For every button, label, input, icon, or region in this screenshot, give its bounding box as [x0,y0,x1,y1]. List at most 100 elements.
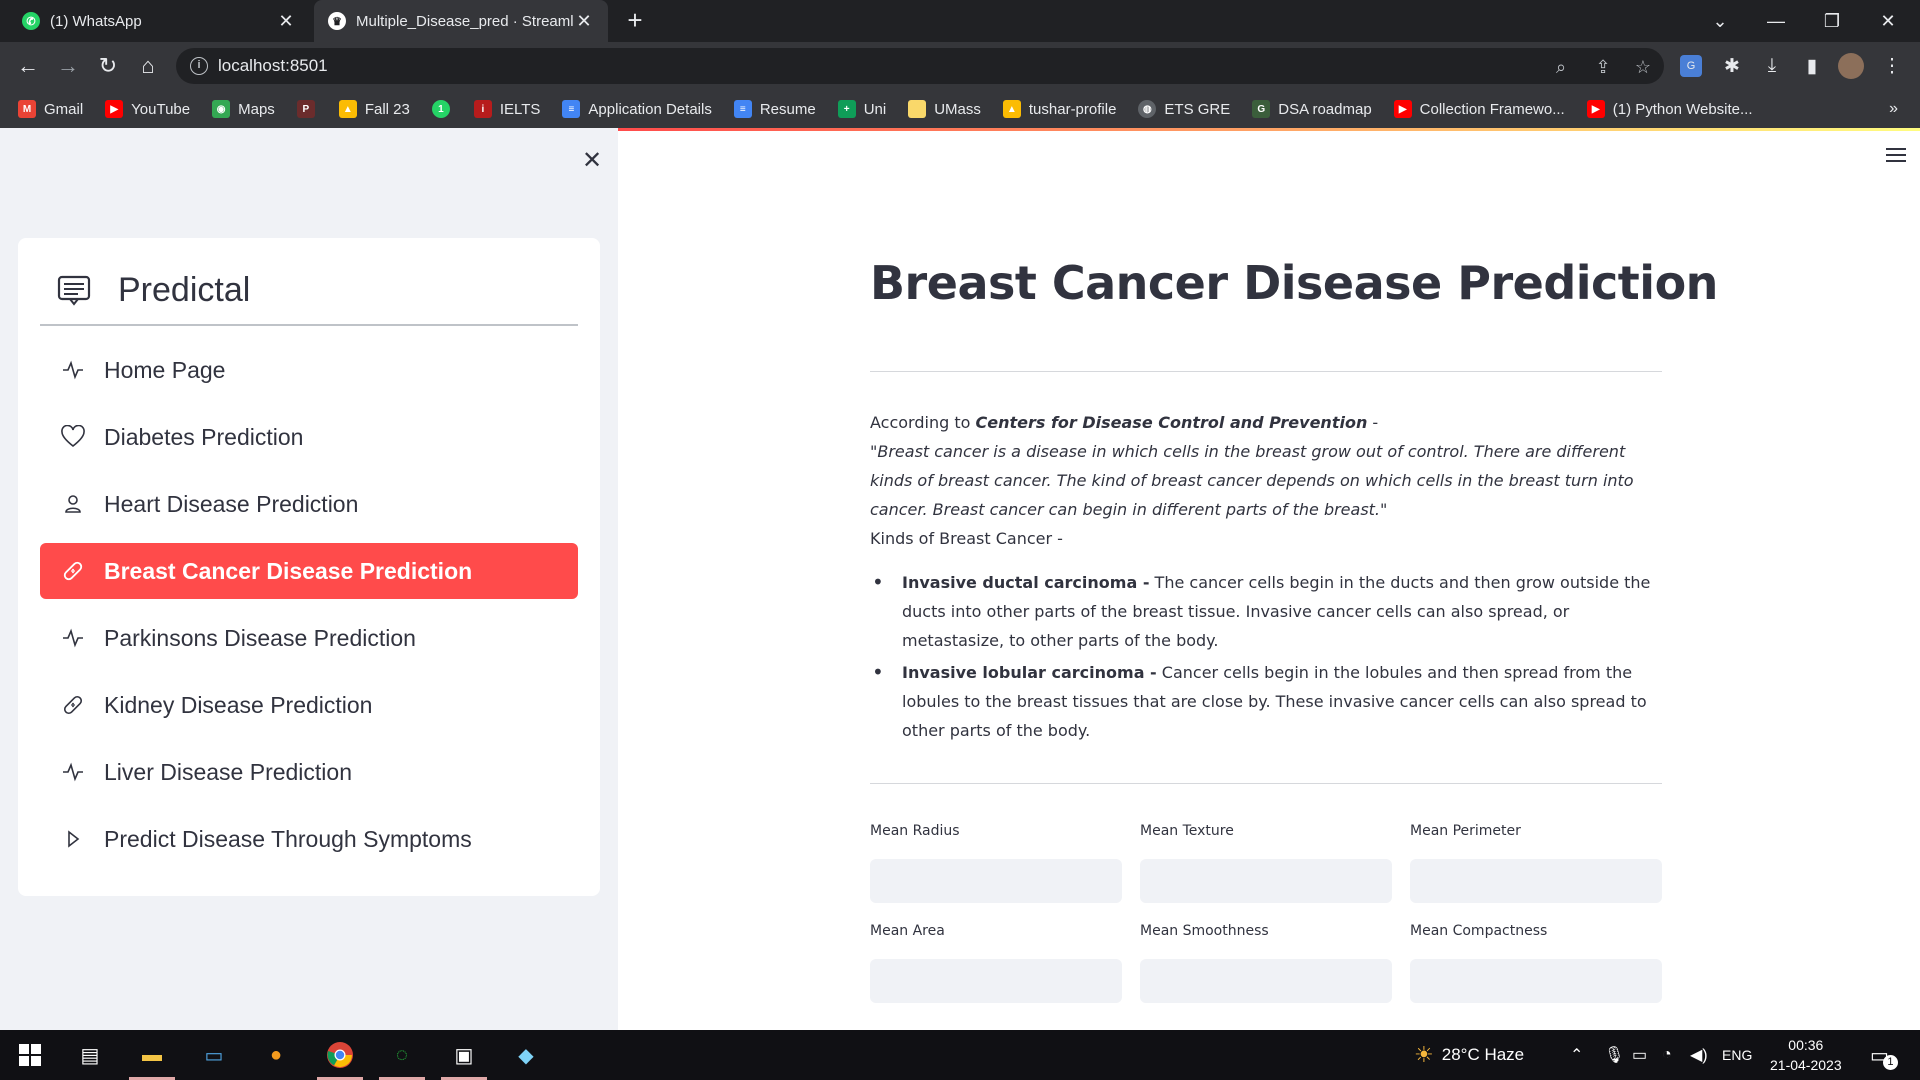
loading-app-icon[interactable]: ◌ [386,1039,418,1071]
folder-icon [908,100,927,118]
menu-item-diabetes-prediction[interactable]: Diabetes Prediction [40,409,578,465]
language-indicator[interactable]: ENG [1722,1030,1752,1080]
menu-item-symptoms-prediction[interactable]: Predict Disease Through Symptoms [40,811,578,867]
field-label: Mean Texture [1140,823,1234,839]
bookmark-label: Gmail [44,100,84,118]
bookmark-dsa-roadmap[interactable]: G DSA roadmap [1252,100,1372,118]
close-window-button[interactable]: ✕ [1860,0,1916,42]
reload-button[interactable]: ↻ [92,50,124,82]
drive-icon: ▲ [1002,100,1021,118]
zoom-icon[interactable]: ⌕ [1548,54,1574,80]
mean-perimeter-input[interactable] [1410,859,1662,903]
wifi-icon[interactable]: ◔ [1662,1030,1672,1080]
site-info-icon[interactable]: i [190,57,208,75]
browser-tab-bar: ✆ (1) WhatsApp ✕ ♛ Multiple_Disease_pred… [0,0,1920,42]
hamburger-menu-icon[interactable] [1886,148,1906,164]
youtube-icon: ▶ [1586,100,1605,118]
bookmark-youtube[interactable]: ▶ YouTube [105,100,190,118]
bookmark-unnamed[interactable]: P [296,100,323,118]
minimize-button[interactable]: — [1748,0,1804,42]
bookmark-maps[interactable]: ◉ Maps [212,100,275,118]
menu-item-parkinsons-prediction[interactable]: Parkinsons Disease Prediction [40,610,578,666]
forward-button[interactable]: → [52,50,84,82]
menu-item-kidney-prediction[interactable]: Kidney Disease Prediction [40,677,578,733]
browser-toolbar: ← → ↻ ⌂ i localhost:8501 ⌕ ⇪ ☆ G ✱ ⤓ ▮ ⋮ [0,42,1920,90]
mean-radius-input[interactable] [870,859,1122,903]
bookmark-resume[interactable]: ≡ Resume [733,100,816,118]
menu-item-label: Predict Disease Through Symptoms [104,825,472,852]
mean-area-input[interactable] [870,959,1122,1003]
close-tab-icon[interactable]: ✕ [574,11,594,32]
chrome-icon[interactable] [324,1039,356,1071]
menu-item-home-page[interactable]: Home Page [40,342,578,398]
gmail-icon: M [18,100,36,118]
windows-start-icon[interactable] [14,1039,46,1071]
address-bar[interactable]: i localhost:8501 ⌕ ⇪ ☆ [176,48,1664,84]
notification-center-icon[interactable]: ▭ 1 [1870,1030,1898,1080]
extensions-icon[interactable]: ✱ [1718,52,1746,80]
bookmark-ielts[interactable]: i IELTS [473,100,541,118]
bookmark-application-details[interactable]: ≡ Application Details [562,100,712,118]
bookmark-ets-gre[interactable]: ◍ ETS GRE [1138,100,1230,118]
restore-button[interactable]: ❐ [1804,0,1860,42]
laptop-app-icon[interactable]: ▭ [198,1039,230,1071]
bookmark-collection-framework[interactable]: ▶ Collection Framewo... [1393,100,1565,118]
chrome-menu-icon[interactable]: ⋮ [1878,52,1906,80]
divider [870,371,1662,372]
more-bookmarks-icon[interactable]: » [1889,100,1898,118]
fl-studio-icon[interactable]: ● [260,1039,292,1071]
intro-text: According to Centers for Disease Control… [870,408,1662,437]
bookmark-whatsapp[interactable]: 1 [431,100,458,118]
close-tab-icon[interactable]: ✕ [276,11,296,32]
bookmark-tushar-profile[interactable]: ▲ tushar-profile [1002,100,1116,118]
bookmark-python-website[interactable]: ▶ (1) Python Website... [1586,100,1753,118]
divider [870,783,1662,784]
tab-search-icon[interactable]: ⌄ [1692,0,1748,42]
battery-icon[interactable]: ▭ [1632,1030,1647,1080]
show-hidden-icons[interactable]: ⌃ [1570,1030,1583,1080]
profile-avatar[interactable] [1838,53,1864,79]
translate-extension-icon[interactable]: G [1680,55,1702,77]
side-panel-icon[interactable]: ▮ [1798,52,1826,80]
tab-streamlit[interactable]: ♛ Multiple_Disease_pred · Streamlit ✕ [314,0,608,42]
bookmark-label: Uni [863,100,887,118]
pdf-icon: P [296,100,315,118]
mean-texture-input[interactable] [1140,859,1392,903]
bookmark-star-icon[interactable]: ☆ [1630,54,1656,80]
mean-smoothness-input[interactable] [1140,959,1392,1003]
person-icon [60,491,86,517]
file-explorer-icon[interactable]: ▬ [136,1039,168,1071]
mean-compactness-input[interactable] [1410,959,1662,1003]
option-menu: Predictal Home Page Diabetes Prediction … [18,238,600,896]
bookmark-uni[interactable]: + Uni [837,100,887,118]
menu-item-breast-cancer-prediction[interactable]: Breast Cancer Disease Prediction [40,543,578,599]
clock[interactable]: 00:36 21-04-2023 [1770,1030,1842,1080]
terminal-icon[interactable]: ▣ [448,1039,480,1071]
download-icon[interactable]: ⤓ [1758,52,1786,80]
bookmark-umass[interactable]: UMass [908,100,981,118]
url-text: localhost:8501 [218,56,328,75]
tab-whatsapp[interactable]: ✆ (1) WhatsApp ✕ [8,0,310,42]
microphone-icon[interactable]: 🎙 [1604,1030,1624,1080]
bookmark-gmail[interactable]: M Gmail [18,100,83,118]
bookmark-fall23[interactable]: ▲ Fall 23 [338,100,410,118]
share-icon[interactable]: ⇪ [1590,54,1616,80]
menu-item-heart-disease-prediction[interactable]: Heart Disease Prediction [40,476,578,532]
sidebar: ✕ Predictal Home Page Diabetes Predictio… [0,128,618,1030]
bandaid-icon [60,692,86,718]
bookmark-label: IELTS [499,100,541,118]
notes-app-icon[interactable]: ◆ [510,1039,542,1071]
close-sidebar-icon[interactable]: ✕ [582,146,602,175]
volume-icon[interactable]: ◀) [1690,1030,1708,1080]
menu-item-liver-prediction[interactable]: Liver Disease Prediction [40,744,578,800]
back-button[interactable]: ← [12,50,44,82]
field-label: Mean Compactness [1410,923,1548,939]
intro-prefix: According to [870,413,976,432]
home-button[interactable]: ⌂ [132,50,164,82]
new-tab-button[interactable]: + [620,6,650,36]
mean-smoothness-field: Mean Smoothness [1140,923,1392,1003]
task-view-icon[interactable]: ▤ [74,1039,106,1071]
menu-card-icon [57,275,91,306]
weather-widget[interactable]: ☀ 28°C Haze [1414,1030,1524,1080]
quote-text: "Breast cancer is a disease in which cel… [870,437,1662,524]
